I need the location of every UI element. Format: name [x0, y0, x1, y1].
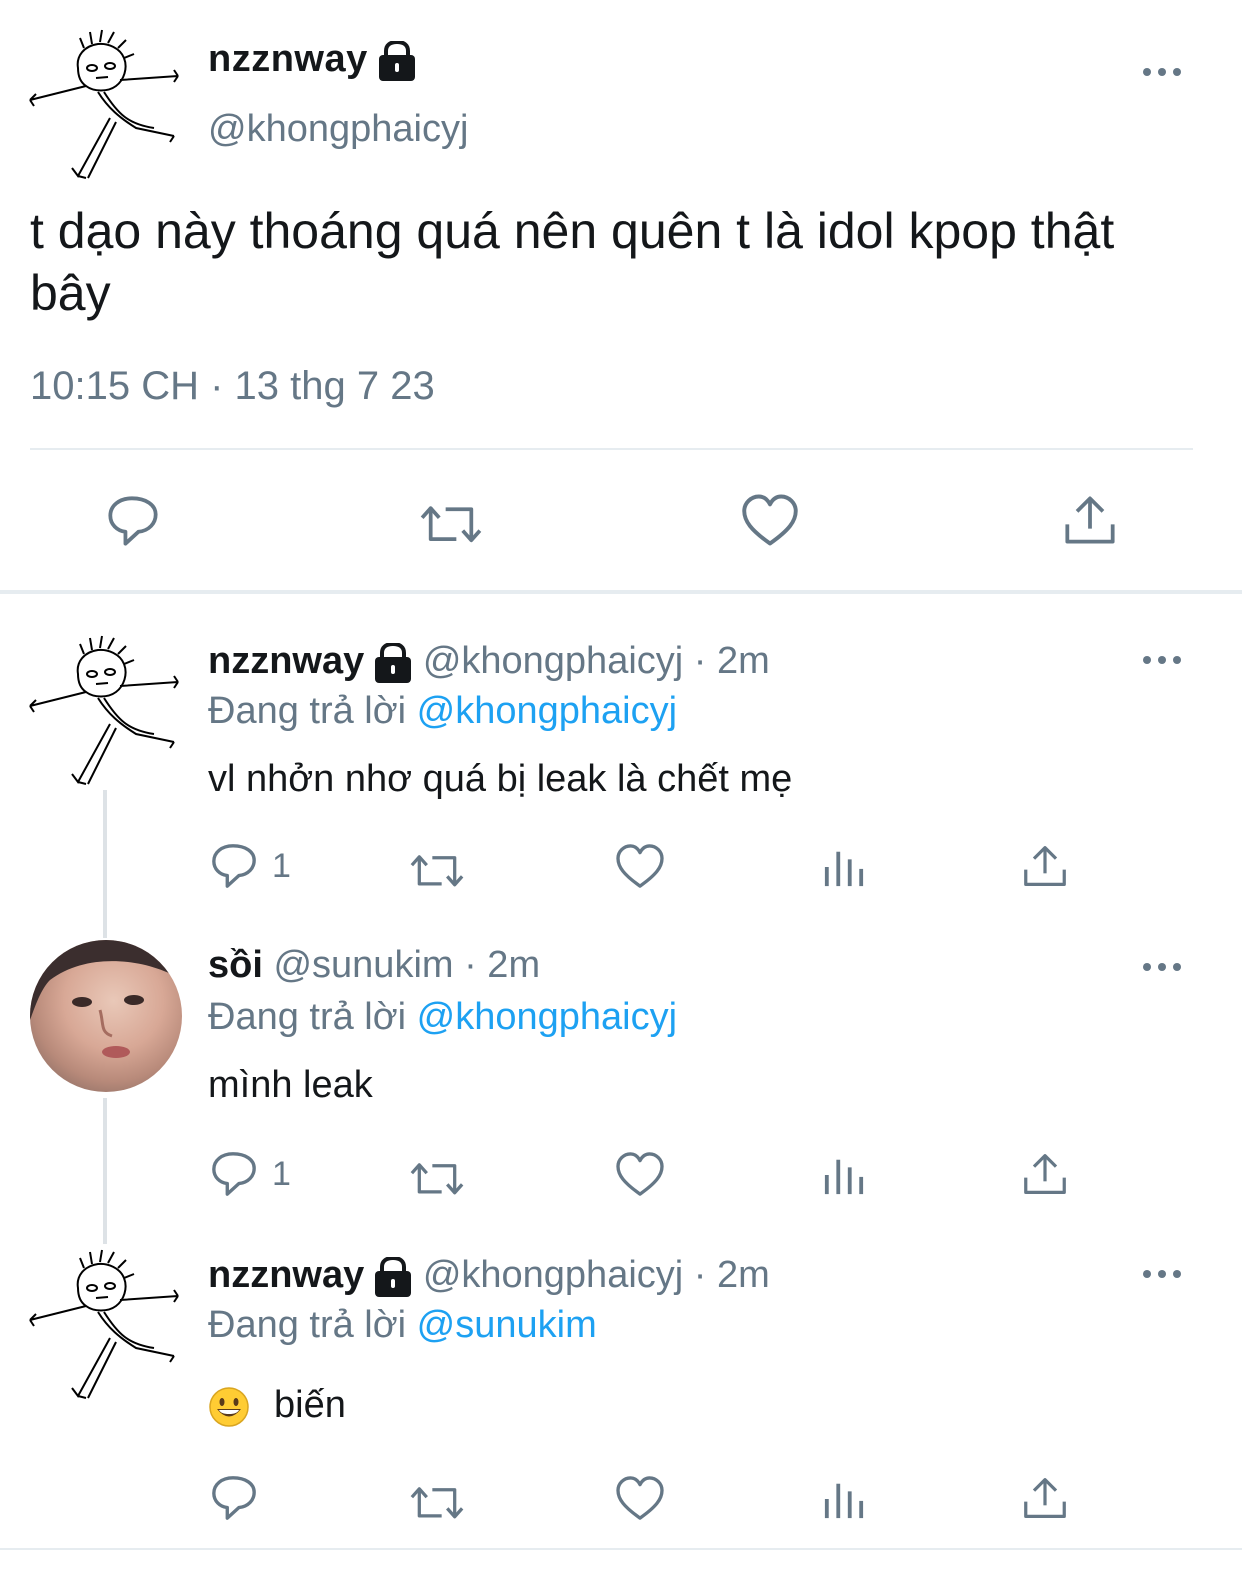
more-options-icon[interactable] — [1142, 957, 1182, 977]
replying-prefix: Đang trả lời — [208, 690, 407, 732]
avatar[interactable] — [30, 940, 182, 1092]
more-options-icon[interactable] — [1142, 62, 1182, 82]
reply-icon[interactable] — [106, 494, 160, 548]
share-icon[interactable] — [1022, 1152, 1068, 1196]
reply-icon — [212, 844, 256, 888]
like-icon[interactable] — [616, 1152, 664, 1196]
display-name: sồi — [208, 944, 263, 986]
reply-button[interactable]: 1 — [210, 842, 291, 890]
lock-icon — [374, 642, 413, 683]
replying-prefix: Đang trả lời — [208, 1304, 407, 1346]
share-icon[interactable] — [1022, 844, 1068, 888]
share-icon[interactable] — [1022, 1476, 1068, 1520]
divider — [0, 1548, 1242, 1550]
more-options-icon[interactable] — [1142, 650, 1182, 670]
lock-icon — [377, 40, 416, 81]
reply-count: 1 — [272, 1154, 291, 1193]
reply-text: vl nhởn nhơ quá bị leak là chết mẹ — [208, 758, 793, 800]
replying-to: Đang trả lời @khongphaicyj — [208, 996, 677, 1039]
grinning-face-emoji — [209, 1387, 249, 1427]
replying-to: Đang trả lời @sunukim — [208, 1304, 597, 1347]
replying-prefix: Đang trả lời — [208, 996, 407, 1038]
reply-icon — [212, 1476, 256, 1520]
reply-text-content: biến — [274, 1384, 346, 1426]
avatar[interactable] — [28, 28, 183, 183]
replying-to-link[interactable]: @sunukim — [417, 1304, 597, 1346]
lock-icon — [374, 1256, 413, 1297]
avatar[interactable] — [28, 1248, 183, 1403]
thread-line — [103, 790, 107, 938]
retweet-icon[interactable] — [410, 1478, 464, 1522]
stats-icon[interactable] — [823, 846, 865, 888]
reply-button[interactable]: 1 — [210, 1150, 291, 1198]
display-name: nzznway — [208, 640, 365, 682]
stats-icon[interactable] — [823, 1478, 865, 1520]
more-options-icon[interactable] — [1142, 1264, 1182, 1284]
display-name: nzznway — [208, 1254, 365, 1296]
thread-line — [103, 1098, 107, 1244]
retweet-icon[interactable] — [410, 846, 464, 890]
like-icon[interactable] — [616, 1476, 664, 1520]
stats-icon[interactable] — [823, 1154, 865, 1196]
reply-icon — [212, 1152, 256, 1196]
main-tweet-handle[interactable]: @khongphaicyj — [208, 108, 468, 151]
reply-text: mình leak — [208, 1064, 373, 1106]
share-icon[interactable] — [1063, 494, 1117, 546]
reply-button[interactable] — [210, 1474, 258, 1522]
retweet-icon[interactable] — [410, 1154, 464, 1198]
reply-count: 1 — [272, 846, 291, 885]
section-divider — [0, 590, 1242, 594]
handle-and-time: @sunukim · 2m — [273, 944, 541, 986]
retweet-icon[interactable] — [420, 496, 482, 546]
like-icon[interactable] — [742, 494, 798, 546]
display-name: nzznway — [208, 38, 368, 80]
profile-photo — [30, 940, 182, 1092]
reply-header[interactable]: nzznway @khongphaicyj · 2m — [208, 640, 770, 683]
avatar[interactable] — [28, 634, 183, 789]
handle-and-time: @khongphaicyj · 2m — [422, 1254, 770, 1296]
divider — [30, 448, 1193, 450]
replying-to-link[interactable]: @khongphaicyj — [417, 690, 677, 732]
reply-header[interactable]: nzznway @khongphaicyj · 2m — [208, 1254, 770, 1297]
replying-to: Đang trả lời @khongphaicyj — [208, 690, 677, 733]
reply-header[interactable]: sồi @sunukim · 2m — [208, 944, 540, 987]
like-icon[interactable] — [616, 844, 664, 888]
main-tweet-author[interactable]: nzznway — [208, 38, 416, 81]
reply-text: biến — [208, 1384, 346, 1428]
tweet-timestamp[interactable]: 10:15 CH · 13 thg 7 23 — [30, 364, 435, 409]
handle-and-time: @khongphaicyj · 2m — [422, 640, 770, 682]
tweet-text: t dạo này thoáng quá nên quên t là idol … — [30, 203, 1115, 321]
replying-to-link[interactable]: @khongphaicyj — [417, 996, 677, 1038]
